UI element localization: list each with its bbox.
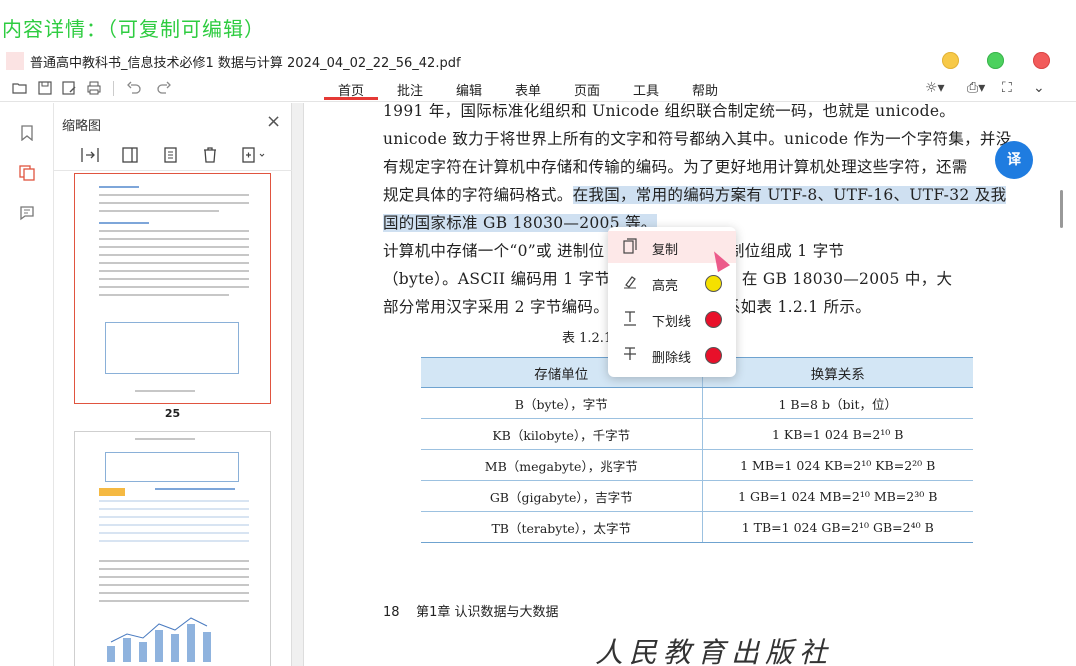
overlay-title: 内容详情：（可复制可编辑）	[2, 17, 265, 41]
doc-text-line: 规定具体的字符编码格式。在我国，常用的编码方案有 UTF-8、UTF-16、UT…	[383, 186, 1007, 204]
comment-icon[interactable]	[18, 205, 36, 223]
table-row: B（byte），字节 1 B=8 b（bit，位）	[421, 387, 973, 419]
add-page-icon[interactable]	[240, 146, 270, 166]
open-folder-icon[interactable]	[12, 80, 28, 96]
storage-unit-table: 存储单位 换算关系 B（byte），字节 1 B=8 b（bit，位） KB（k…	[421, 357, 973, 543]
title-bar: 普通高中教科书_信息技术必修1 数据与计算 2024_04_02_22_56_4…	[0, 48, 1076, 74]
thumbnail-chart	[107, 617, 211, 662]
tab-help[interactable]: 帮助	[692, 80, 718, 99]
underline-icon	[622, 310, 638, 328]
publisher-logo: 人民教育出版社	[595, 636, 834, 666]
save-as-icon[interactable]	[61, 80, 77, 96]
fullscreen-icon[interactable]: ⛶	[1002, 80, 1012, 96]
underline-color-swatch[interactable]	[705, 311, 722, 328]
minimize-button[interactable]	[942, 52, 959, 69]
close-button[interactable]	[1033, 52, 1050, 69]
highlight-color-swatch[interactable]	[705, 275, 722, 292]
table-row: TB（terabyte），太字节 1 TB=1 024 GB=2¹⁰ GB=2⁴…	[421, 511, 973, 543]
table-row: MB（megabyte），兆字节 1 MB=1 024 KB=2¹⁰ KB=2²…	[421, 449, 973, 481]
split-page-icon[interactable]	[120, 146, 140, 166]
tab-edit[interactable]: 编辑	[456, 80, 482, 99]
table-row: KB（kilobyte），千字节 1 KB=1 024 B=2¹⁰ B	[421, 418, 973, 450]
document-scrollbar[interactable]	[1060, 190, 1063, 228]
tab-form[interactable]: 表单	[515, 80, 541, 99]
page-thumbnail[interactable]	[74, 431, 271, 666]
strikethrough-color-swatch[interactable]	[705, 347, 722, 364]
extract-page-icon[interactable]	[160, 146, 180, 166]
chevron-down-icon[interactable]: ⌄	[1033, 80, 1045, 96]
thumbnail-toolbar	[54, 139, 292, 171]
tab-tools[interactable]: 工具	[633, 80, 659, 99]
selected-text[interactable]: 在我国，常用的编码方案有 UTF-8、UTF-16、UTF-32 及我	[572, 186, 1007, 204]
print-icon[interactable]	[86, 80, 102, 96]
redo-icon[interactable]	[156, 80, 172, 96]
file-title: 普通高中教科书_信息技术必修1 数据与计算 2024_04_02_22_56_4…	[30, 56, 461, 71]
toolbar-separator	[113, 81, 114, 96]
table-header: 换算关系	[702, 357, 973, 388]
thumbnail-panel-title: 缩略图	[62, 119, 102, 134]
delete-page-icon[interactable]	[200, 146, 220, 166]
undo-icon[interactable]	[126, 80, 142, 96]
pdf-file-icon	[6, 52, 24, 70]
table-row: GB（gigabyte），吉字节 1 GB=1 024 MB=2¹⁰ MB=2³…	[421, 480, 973, 512]
maximize-button[interactable]	[987, 52, 1004, 69]
document-view: 1991 年，国际标准化组织和 Unicode 组织联合制定统一码，也就是 un…	[305, 103, 1076, 666]
page-thumbnail[interactable]	[74, 173, 271, 404]
doc-text-line: 1991 年，国际标准化组织和 Unicode 组织联合制定统一码，也就是 un…	[383, 103, 956, 120]
tab-annotate[interactable]: 批注	[397, 80, 423, 99]
strikethrough-icon	[622, 346, 638, 364]
bookmark-icon[interactable]	[18, 125, 36, 143]
settings-icon[interactable]: ☼▾	[925, 80, 945, 96]
insert-page-icon[interactable]	[80, 146, 100, 166]
save-icon[interactable]	[37, 80, 53, 96]
tab-page[interactable]: 页面	[574, 80, 600, 99]
thumbnail-panel: 缩略图 × 25	[54, 103, 344, 666]
doc-text-line: 有规定字符在计算机中存储和传输的编码。为了更好地用计算机处理这些字符，还需	[383, 158, 968, 176]
thumbnail-icon[interactable]	[18, 165, 36, 183]
share-icon[interactable]: ⎙▾	[967, 80, 985, 96]
panel-splitter[interactable]	[292, 103, 304, 666]
translate-button[interactable]: 译	[995, 141, 1033, 179]
left-sidebar	[0, 103, 54, 666]
doc-text-line: unicode 致力于将世界上所有的文字和符号都纳入其中。unicode 作为一…	[383, 130, 1012, 148]
close-icon[interactable]: ×	[266, 111, 281, 132]
copy-icon	[622, 238, 638, 256]
page-footer: 18 第1章 认识数据与大数据	[383, 605, 559, 620]
main-toolbar: 首页 批注 编辑 表单 页面 工具 帮助 ☼▾ ⎙▾ ⛶ ⌄	[0, 76, 1076, 102]
context-menu-underline[interactable]: 下划线	[608, 303, 736, 335]
context-menu-strikethrough[interactable]: 删除线	[608, 339, 736, 371]
page-number-label: 25	[164, 407, 181, 420]
highlight-icon	[622, 274, 638, 292]
active-tab-indicator	[324, 97, 378, 100]
